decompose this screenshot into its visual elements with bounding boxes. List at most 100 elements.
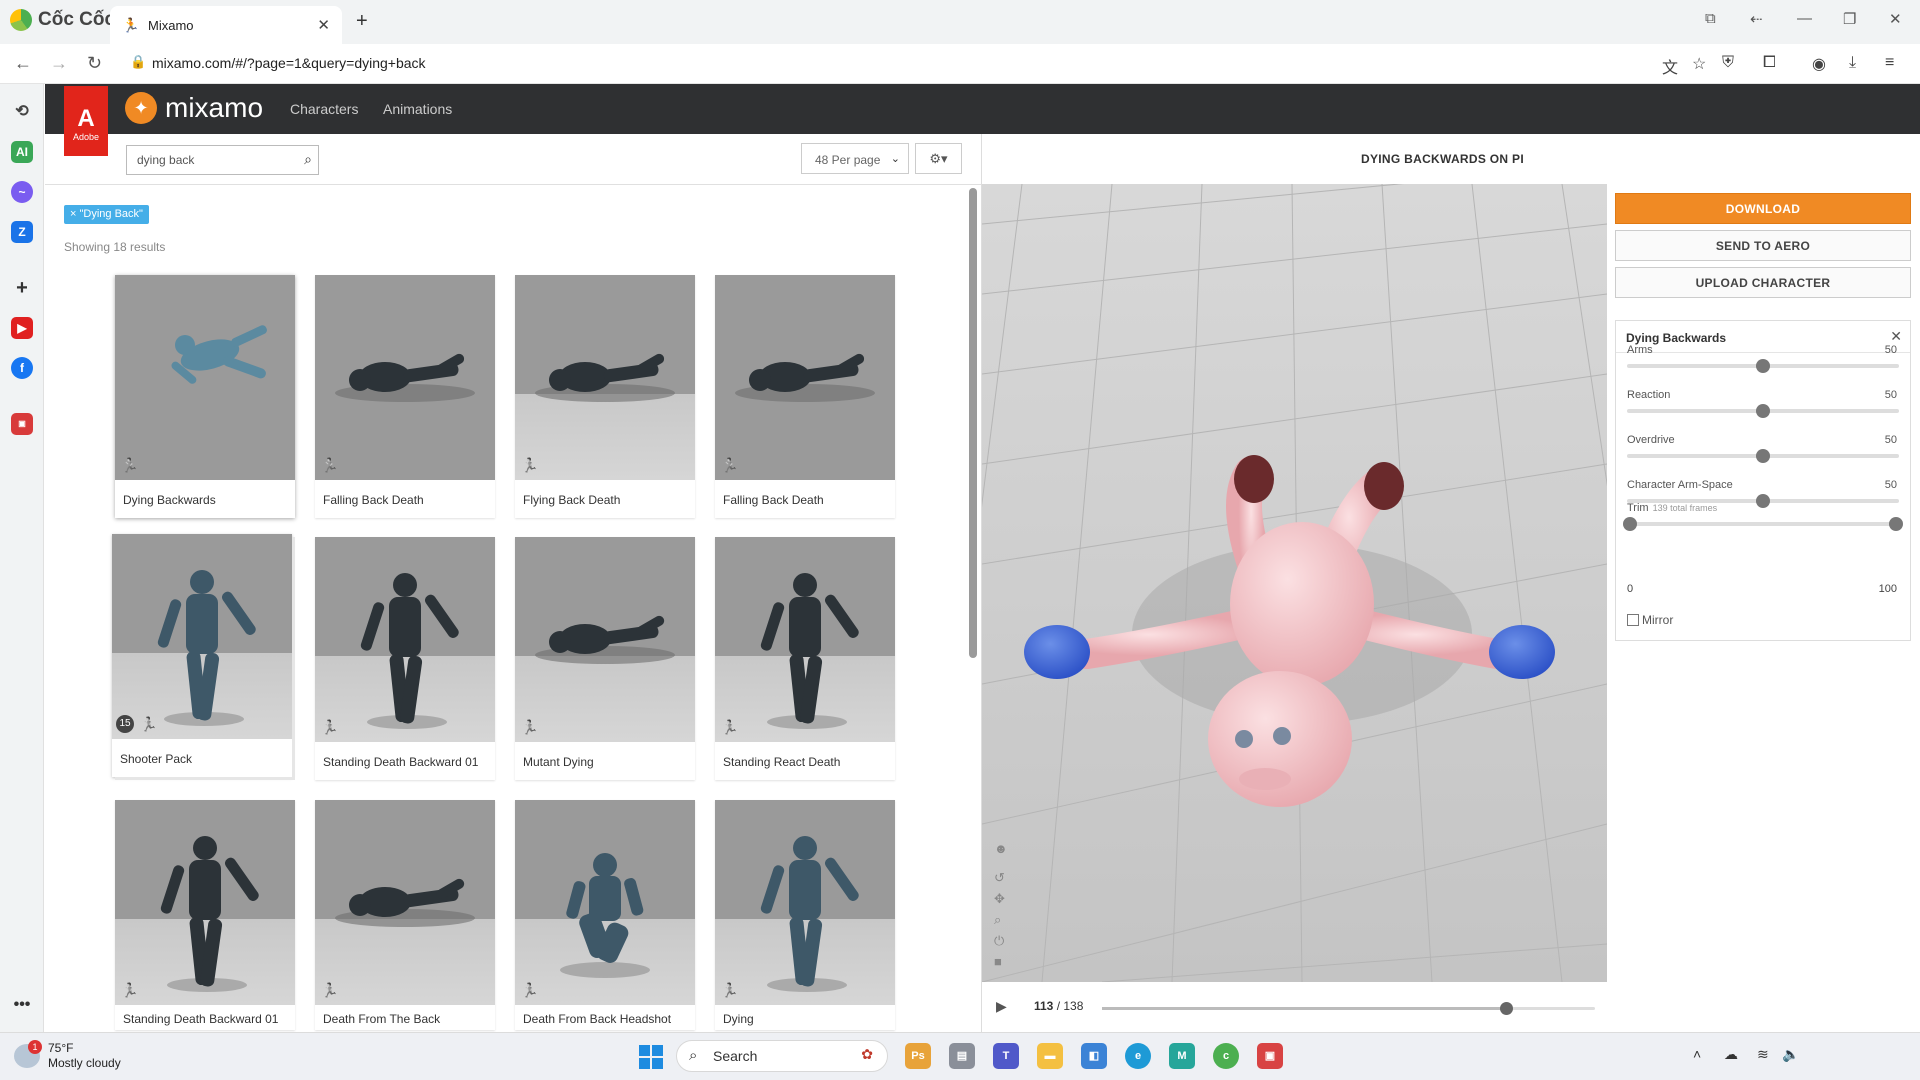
youtube-icon[interactable]: ▶ <box>11 317 33 339</box>
volume-icon[interactable]: 🔈 <box>1782 1046 1799 1063</box>
history-icon[interactable]: ⟲ <box>11 101 33 123</box>
download-icon[interactable]: ⤓ <box>1849 54 1856 72</box>
mirror-checkbox-box[interactable] <box>1627 614 1639 626</box>
slider-track[interactable] <box>1627 449 1899 463</box>
back-icon[interactable]: ← <box>14 53 32 74</box>
bookmark-star-icon[interactable]: ☆ <box>1692 54 1706 74</box>
mixamo-logo-text: mixamo <box>165 92 264 123</box>
timeline-handle[interactable] <box>1500 1002 1514 1015</box>
extensions-icon[interactable]: ⧠ <box>1763 54 1776 72</box>
windows-start-icon[interactable] <box>639 1045 663 1069</box>
reset-icon[interactable]: ⏻ <box>994 930 1008 951</box>
taskbar-search[interactable]: ⌕ Search ✿ <box>676 1040 888 1072</box>
trim-track[interactable] <box>1623 517 1903 531</box>
shield-icon[interactable]: ⛨ <box>1722 54 1734 72</box>
messenger-icon[interactable]: ~ <box>11 181 33 203</box>
per-page-select[interactable]: 48 Per page ⌄ <box>801 143 909 174</box>
browser-tab[interactable]: 🏃 Mixamo ✕ <box>110 6 342 44</box>
animation-card[interactable]: 🏃 Flying Back Death <box>515 275 695 518</box>
animation-card[interactable]: 🏃 Dying Backwards <box>115 275 295 518</box>
zalo-icon[interactable]: Z <box>11 221 33 243</box>
minimize-icon[interactable]: — <box>1797 10 1812 27</box>
animation-card[interactable]: 🏃 Death From The Back <box>315 800 495 1030</box>
forward-icon[interactable]: → <box>50 53 68 74</box>
more-icon[interactable]: ••• <box>11 994 33 1016</box>
download-button[interactable]: DOWNLOAD <box>1615 193 1911 224</box>
m-app-icon[interactable]: M <box>1169 1043 1195 1069</box>
close-panel-icon[interactable]: ✕ <box>1890 328 1902 345</box>
send-to-aero-button[interactable]: SEND TO AERO <box>1615 230 1911 261</box>
teams-app-icon[interactable]: T <box>993 1043 1019 1069</box>
zoom-icon[interactable]: ⌕ <box>994 909 1008 930</box>
animation-card[interactable]: 15 🏃 Shooter Pack <box>112 534 292 777</box>
lock-icon[interactable]: 🔒 <box>130 54 146 70</box>
nav-characters[interactable]: Characters <box>290 101 358 117</box>
nav-animations[interactable]: Animations <box>383 101 452 117</box>
search-input[interactable] <box>137 153 287 167</box>
adobe-badge[interactable]: A Adobe <box>64 86 108 156</box>
animation-type-icon: 🏃 <box>140 716 158 732</box>
upload-character-button[interactable]: UPLOAD CHARACTER <box>1615 267 1911 298</box>
animation-card[interactable]: 🏃 Falling Back Death <box>715 275 895 518</box>
tray-chevron-up-icon[interactable]: ˄ <box>1693 1046 1701 1062</box>
slider-track[interactable] <box>1627 404 1899 418</box>
camera-icon[interactable]: ■ <box>994 951 1008 972</box>
animation-card-label: Standing React Death <box>723 755 841 769</box>
trim-start-handle[interactable] <box>1623 517 1637 531</box>
animation-card-label: Dying <box>723 1012 754 1026</box>
close-window-icon[interactable]: ✕ <box>1889 10 1902 28</box>
shopping-app-icon[interactable]: ▣ <box>11 413 33 435</box>
weather-widget[interactable]: 1 75°F Mostly cloudy <box>14 1040 121 1071</box>
facebook-icon[interactable]: f <box>11 357 33 379</box>
pan-icon[interactable]: ✥ <box>994 888 1008 909</box>
animation-card[interactable]: 🏃 Mutant Dying <box>515 537 695 780</box>
menu-icon[interactable]: ≡ <box>1885 54 1894 72</box>
reload-icon[interactable]: ↻ <box>87 53 102 74</box>
translate-icon[interactable]: 文 <box>1662 54 1678 78</box>
slider-handle[interactable] <box>1756 359 1770 373</box>
mixamo-logo[interactable]: ✦ mixamo <box>125 92 263 124</box>
restore-icon[interactable]: ❐ <box>1843 10 1856 28</box>
edge-app-icon[interactable]: e <box>1125 1043 1151 1069</box>
animation-card[interactable]: 🏃 Dying <box>715 800 895 1030</box>
slider-handle[interactable] <box>1756 449 1770 463</box>
animation-card[interactable]: 🏃 Standing Death Backward 01 <box>315 537 495 780</box>
3d-viewport[interactable] <box>982 184 1607 982</box>
animation-card[interactable]: 🏃 Standing React Death <box>715 537 895 780</box>
pdf-app-icon[interactable]: ▣ <box>1257 1043 1283 1069</box>
store-app-icon[interactable]: ◧ <box>1081 1043 1107 1069</box>
animation-card-label: Mutant Dying <box>523 755 594 769</box>
screenshot-icon[interactable]: ⧉ <box>1705 10 1716 27</box>
new-tab-icon[interactable]: + <box>356 10 368 33</box>
animation-card-label: Death From The Back <box>323 1012 441 1026</box>
skeleton-icon[interactable]: ☻ <box>994 838 1008 859</box>
add-sidebar-app-icon[interactable]: + <box>11 277 33 299</box>
url-field[interactable]: mixamo.com/#/?page=1&query=dying+back <box>152 55 426 71</box>
animation-card[interactable]: 🏃 Falling Back Death <box>315 275 495 518</box>
ai-assistant-icon[interactable]: AI <box>11 141 33 163</box>
coccoc-app-icon[interactable]: c <box>1213 1043 1239 1069</box>
close-tab-icon[interactable]: ✕ <box>317 16 330 34</box>
play-icon[interactable]: ▶ <box>996 998 1007 1015</box>
profile-icon[interactable]: ◉ <box>1812 54 1826 74</box>
mirror-checkbox[interactable]: Mirror <box>1627 613 1673 627</box>
settings-dropdown-button[interactable]: ⚙▾ <box>915 143 962 174</box>
trim-end-handle[interactable] <box>1889 517 1903 531</box>
search-icon[interactable]: ⌕ <box>304 151 312 168</box>
gear-icon: ⚙▾ <box>929 151 948 166</box>
rotate-icon[interactable]: ↺ <box>994 867 1008 888</box>
timeline-track[interactable] <box>1102 1002 1595 1015</box>
results-scrollbar[interactable] <box>969 188 977 658</box>
file-manager-app-icon[interactable]: ▤ <box>949 1043 975 1069</box>
mirror-label: Mirror <box>1642 613 1674 627</box>
photoshop-app-icon[interactable]: Ps <box>905 1043 931 1069</box>
filter-chip[interactable]: × "Dying Back" <box>64 205 149 224</box>
back-history-icon[interactable]: ⇠ <box>1750 10 1763 28</box>
animation-card[interactable]: 🏃 Standing Death Backward 01 <box>115 800 295 1030</box>
slider-track[interactable] <box>1627 359 1899 373</box>
file-explorer-icon[interactable]: ▬ <box>1037 1043 1063 1069</box>
onedrive-cloud-icon[interactable]: ☁ <box>1724 1046 1738 1063</box>
animation-card[interactable]: 🏃 Death From Back Headshot <box>515 800 695 1030</box>
wifi-icon[interactable]: ≋ <box>1757 1046 1769 1063</box>
slider-handle[interactable] <box>1756 404 1770 418</box>
